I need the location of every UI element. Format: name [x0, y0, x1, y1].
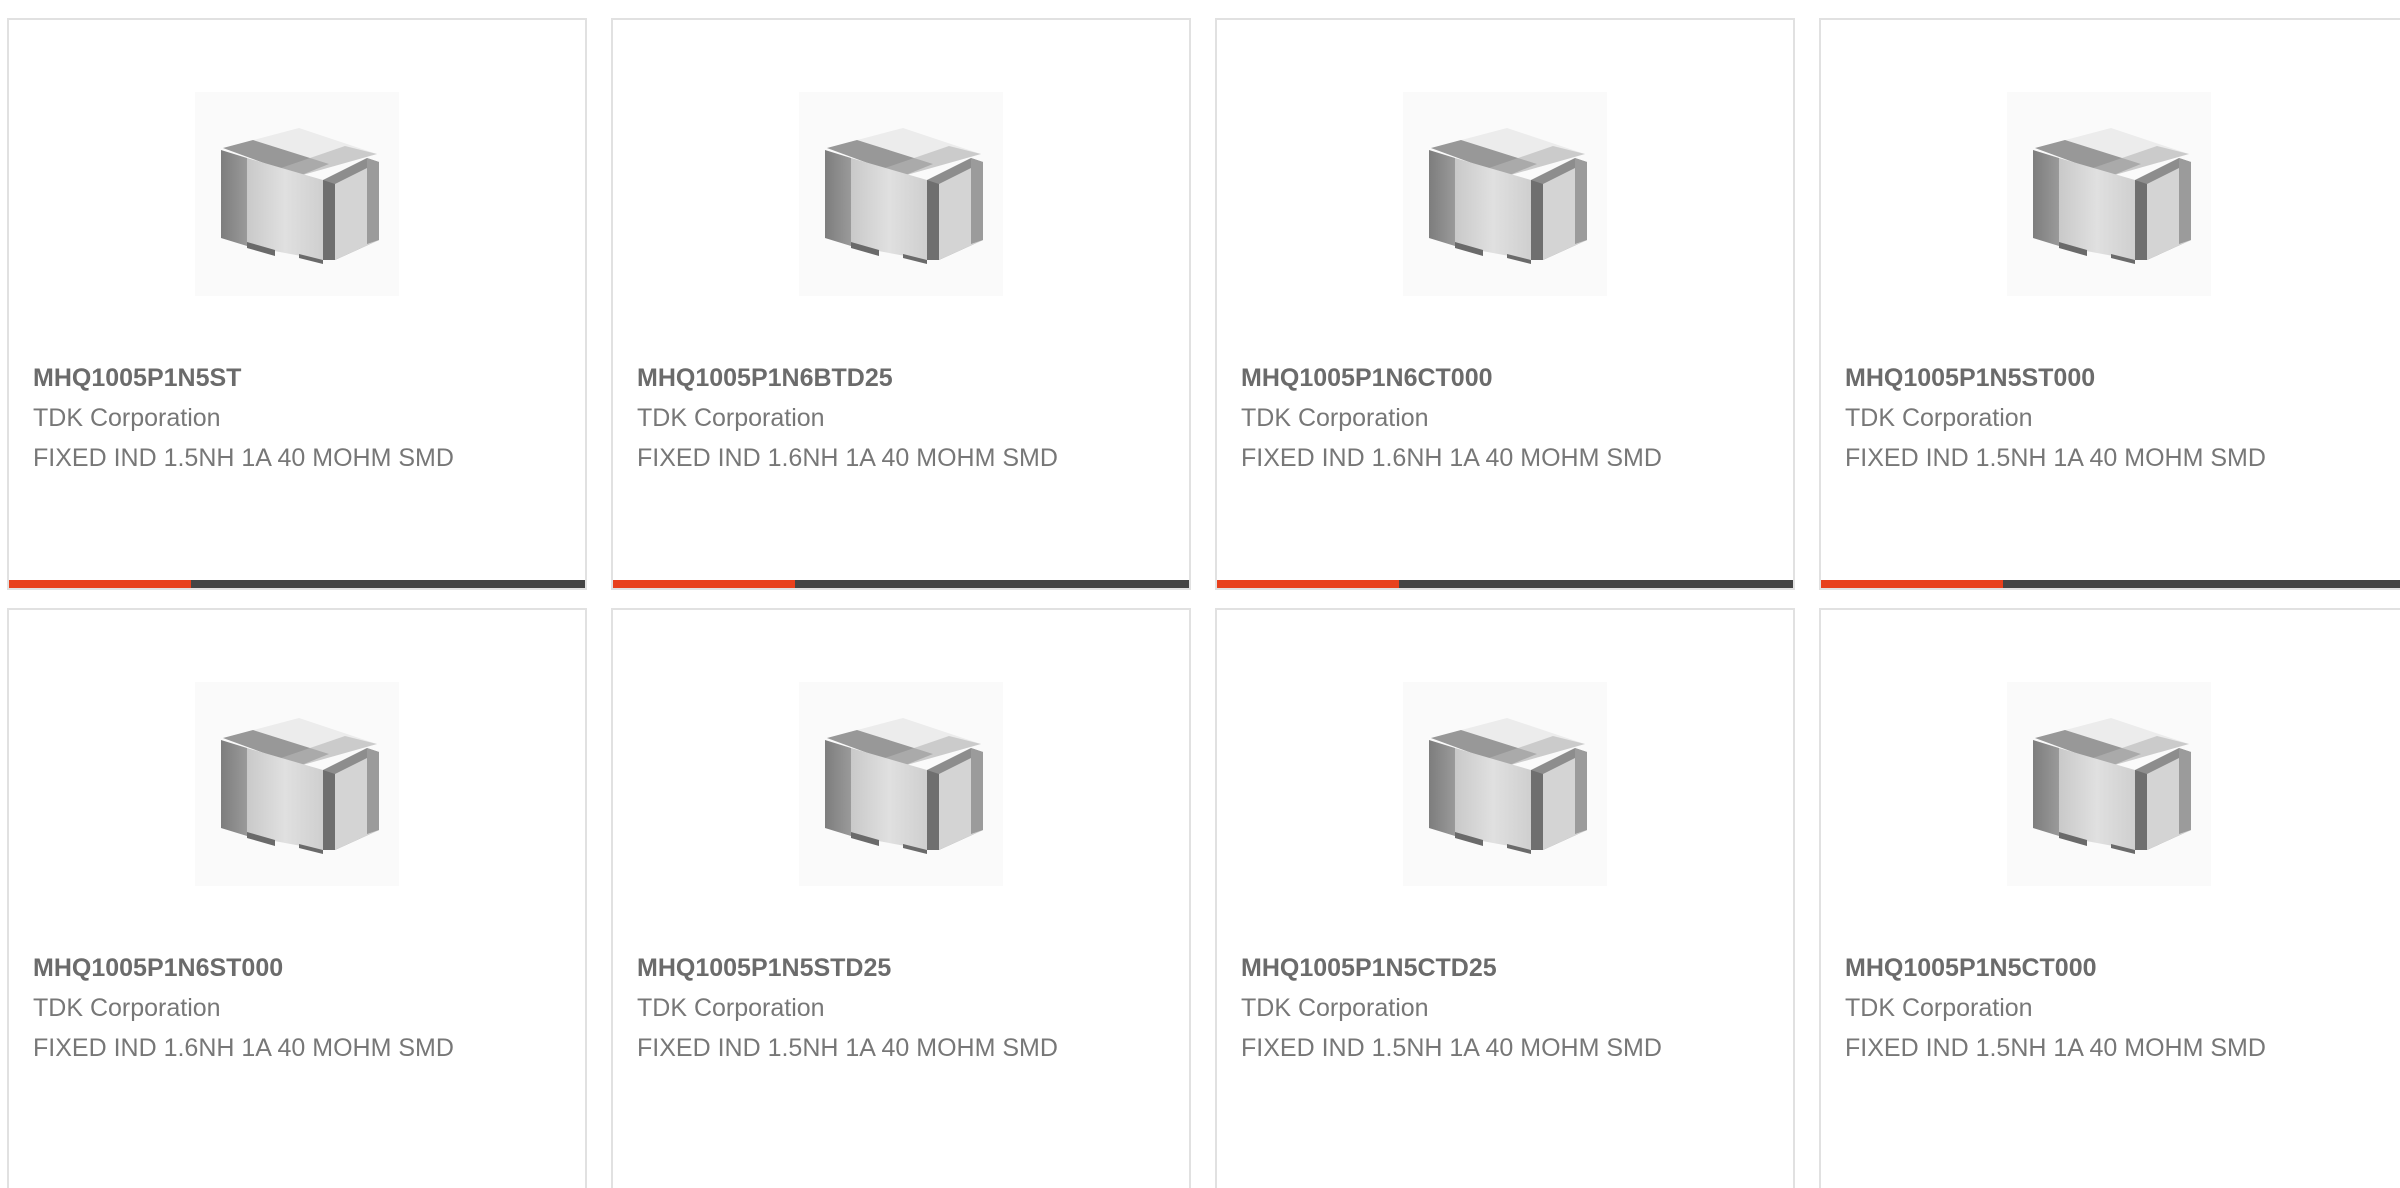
product-image[interactable] [799, 92, 1003, 296]
product-description: FIXED IND 1.5NH 1A 40 MOHM SMD [1845, 1034, 2266, 1062]
manufacturer-name: TDK Corporation [33, 994, 221, 1022]
smd-inductor-chip-icon [799, 682, 1003, 886]
product-description: FIXED IND 1.5NH 1A 40 MOHM SMD [33, 444, 454, 472]
product-description: FIXED IND 1.6NH 1A 40 MOHM SMD [637, 444, 1058, 472]
smd-inductor-chip-icon [799, 92, 1003, 296]
smd-inductor-chip-icon [2007, 682, 2211, 886]
product-image[interactable] [2007, 92, 2211, 296]
product-image[interactable] [799, 682, 1003, 886]
part-number[interactable]: MHQ1005P1N6CT000 [1241, 364, 1493, 393]
product-image[interactable] [195, 682, 399, 886]
card-accent-bar [1217, 580, 1793, 588]
manufacturer-name: TDK Corporation [637, 994, 825, 1022]
manufacturer-name: TDK Corporation [1241, 994, 1429, 1022]
accent-fill [1821, 580, 2003, 588]
product-image[interactable] [1403, 682, 1607, 886]
product-card[interactable]: MHQ1005P1N5ST000 TDK Corporation FIXED I… [1819, 18, 2400, 590]
product-description: FIXED IND 1.5NH 1A 40 MOHM SMD [1241, 1034, 1662, 1062]
product-description: FIXED IND 1.5NH 1A 40 MOHM SMD [1845, 444, 2266, 472]
part-number[interactable]: MHQ1005P1N5CT000 [1845, 954, 2097, 983]
card-accent-bar [1821, 580, 2400, 588]
product-grid: MHQ1005P1N5ST TDK Corporation FIXED IND … [0, 0, 2400, 1188]
part-number[interactable]: MHQ1005P1N5CTD25 [1241, 954, 1497, 983]
product-card[interactable]: MHQ1005P1N6BTD25 TDK Corporation FIXED I… [611, 18, 1191, 590]
card-accent-bar [9, 580, 585, 588]
product-card[interactable]: MHQ1005P1N6CT000 TDK Corporation FIXED I… [1215, 18, 1795, 590]
product-image[interactable] [1403, 92, 1607, 296]
accent-fill [613, 580, 795, 588]
product-description: FIXED IND 1.6NH 1A 40 MOHM SMD [33, 1034, 454, 1062]
part-number[interactable]: MHQ1005P1N6ST000 [33, 954, 283, 983]
manufacturer-name: TDK Corporation [637, 404, 825, 432]
product-card[interactable]: MHQ1005P1N5CT000 TDK Corporation FIXED I… [1819, 608, 2400, 1188]
smd-inductor-chip-icon [195, 682, 399, 886]
accent-fill [9, 580, 191, 588]
card-accent-bar [613, 580, 1189, 588]
product-description: FIXED IND 1.6NH 1A 40 MOHM SMD [1241, 444, 1662, 472]
smd-inductor-chip-icon [195, 92, 399, 296]
smd-inductor-chip-icon [2007, 92, 2211, 296]
product-image[interactable] [195, 92, 399, 296]
product-image[interactable] [2007, 682, 2211, 886]
part-number[interactable]: MHQ1005P1N6BTD25 [637, 364, 893, 393]
smd-inductor-chip-icon [1403, 92, 1607, 296]
part-number[interactable]: MHQ1005P1N5STD25 [637, 954, 891, 983]
manufacturer-name: TDK Corporation [33, 404, 221, 432]
part-number[interactable]: MHQ1005P1N5ST000 [1845, 364, 2095, 393]
product-card[interactable]: MHQ1005P1N6ST000 TDK Corporation FIXED I… [7, 608, 587, 1188]
manufacturer-name: TDK Corporation [1845, 994, 2033, 1022]
smd-inductor-chip-icon [1403, 682, 1607, 886]
product-card[interactable]: MHQ1005P1N5ST TDK Corporation FIXED IND … [7, 18, 587, 590]
product-card[interactable]: MHQ1005P1N5CTD25 TDK Corporation FIXED I… [1215, 608, 1795, 1188]
manufacturer-name: TDK Corporation [1845, 404, 2033, 432]
manufacturer-name: TDK Corporation [1241, 404, 1429, 432]
product-description: FIXED IND 1.5NH 1A 40 MOHM SMD [637, 1034, 1058, 1062]
product-card[interactable]: MHQ1005P1N5STD25 TDK Corporation FIXED I… [611, 608, 1191, 1188]
part-number[interactable]: MHQ1005P1N5ST [33, 364, 241, 393]
accent-fill [1217, 580, 1399, 588]
